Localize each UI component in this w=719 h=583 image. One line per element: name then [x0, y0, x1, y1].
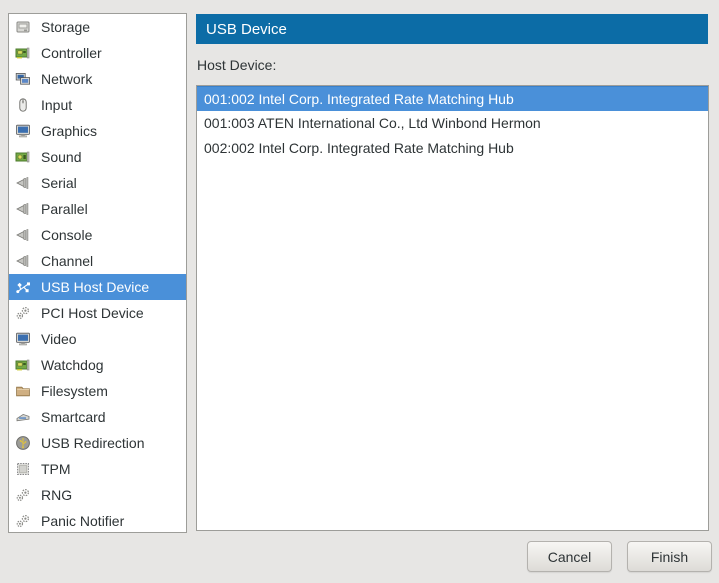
sidebar-item-label: USB Host Device — [41, 279, 149, 295]
sidebar-item-label: TPM — [41, 461, 71, 477]
sidebar-item-label: Controller — [41, 45, 102, 61]
sidebar-item-usb-host-device[interactable]: USB Host Device — [9, 274, 186, 300]
sidebar-item-watchdog[interactable]: Watchdog — [9, 352, 186, 378]
plug-icon — [15, 175, 31, 191]
hardware-type-list: Storage Controller Network Input Graphics Sou… — [8, 13, 187, 533]
sidebar-item-label: Graphics — [41, 123, 97, 139]
sidebar-item-label: Console — [41, 227, 92, 243]
sidebar-item-channel[interactable]: Channel — [9, 248, 186, 274]
host-device-list-item[interactable]: 001:003 ATEN International Co., Ltd Winb… — [197, 111, 708, 136]
smartcard-icon — [15, 409, 31, 425]
sidebar-item-label: Channel — [41, 253, 93, 269]
sidebar-item-label: Panic Notifier — [41, 513, 124, 529]
pci-card-icon — [15, 45, 31, 61]
host-device-list-item[interactable]: 002:002 Intel Corp. Integrated Rate Matc… — [197, 136, 708, 161]
sidebar-item-filesystem[interactable]: Filesystem — [9, 378, 186, 404]
cancel-button[interactable]: Cancel — [527, 541, 612, 572]
sidebar-item-label: Watchdog — [41, 357, 104, 373]
chip-icon — [15, 461, 31, 477]
sidebar-item-label: Filesystem — [41, 383, 108, 399]
plug-icon — [15, 201, 31, 217]
sidebar-item-input[interactable]: Input — [9, 92, 186, 118]
sidebar-item-parallel[interactable]: Parallel — [9, 196, 186, 222]
usb-icon — [15, 279, 31, 295]
host-device-label: Host Device: — [197, 57, 276, 73]
gears-icon — [15, 487, 31, 503]
sidebar-item-smartcard[interactable]: Smartcard — [9, 404, 186, 430]
finish-button[interactable]: Finish — [627, 541, 712, 572]
sidebar-item-label: Network — [41, 71, 92, 87]
usb-redirect-icon — [15, 435, 31, 451]
host-device-list: 001:002 Intel Corp. Integrated Rate Matc… — [196, 85, 709, 531]
sidebar-item-label: Storage — [41, 19, 90, 35]
network-icon — [15, 71, 31, 87]
monitor-icon — [15, 331, 31, 347]
sidebar-item-controller[interactable]: Controller — [9, 40, 186, 66]
sidebar-item-label: Serial — [41, 175, 77, 191]
page-title: USB Device — [206, 21, 287, 38]
sidebar-item-network[interactable]: Network — [9, 66, 186, 92]
sidebar-item-storage[interactable]: Storage — [9, 14, 186, 40]
sidebar-item-label: Smartcard — [41, 409, 106, 425]
sidebar-item-console[interactable]: Console — [9, 222, 186, 248]
sidebar-item-video[interactable]: Video — [9, 326, 186, 352]
sidebar-item-label: PCI Host Device — [41, 305, 144, 321]
sidebar-item-label: Video — [41, 331, 77, 347]
sidebar-item-graphics[interactable]: Graphics — [9, 118, 186, 144]
gears-icon — [15, 513, 31, 529]
pci-card-icon — [15, 357, 31, 373]
monitor-icon — [15, 123, 31, 139]
plug-icon — [15, 227, 31, 243]
sidebar-item-rng[interactable]: RNG — [9, 482, 186, 508]
mouse-icon — [15, 97, 31, 113]
disk-icon — [15, 19, 31, 35]
panel-header: USB Device — [196, 14, 708, 44]
sidebar-item-label: USB Redirection — [41, 435, 145, 451]
sidebar-item-tpm[interactable]: TPM — [9, 456, 186, 482]
sidebar-item-label: RNG — [41, 487, 72, 503]
sidebar-item-panic-notifier[interactable]: Panic Notifier — [9, 508, 186, 533]
sidebar-item-usb-redirection[interactable]: USB Redirection — [9, 430, 186, 456]
folder-icon — [15, 383, 31, 399]
sidebar-item-label: Sound — [41, 149, 81, 165]
sidebar-item-pci-host-device[interactable]: PCI Host Device — [9, 300, 186, 326]
plug-icon — [15, 253, 31, 269]
sound-card-icon — [15, 149, 31, 165]
sidebar-item-label: Input — [41, 97, 72, 113]
sidebar-item-sound[interactable]: Sound — [9, 144, 186, 170]
sidebar-item-label: Parallel — [41, 201, 88, 217]
sidebar-item-serial[interactable]: Serial — [9, 170, 186, 196]
host-device-list-item[interactable]: 001:002 Intel Corp. Integrated Rate Matc… — [197, 86, 708, 111]
gears-icon — [15, 305, 31, 321]
